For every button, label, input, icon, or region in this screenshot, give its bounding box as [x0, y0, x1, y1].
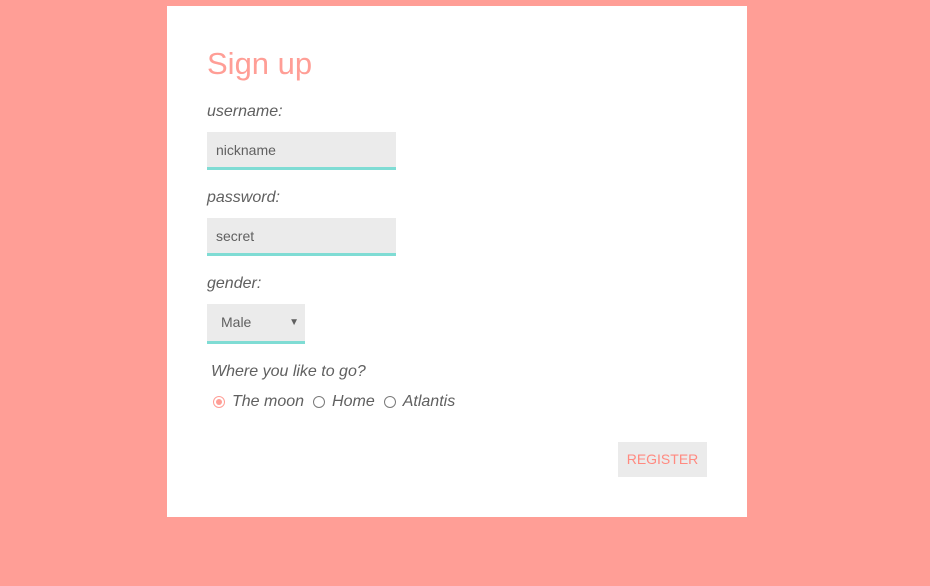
- username-input[interactable]: [207, 132, 396, 170]
- gender-select-value: Male: [221, 314, 252, 330]
- username-label: username:: [207, 103, 283, 120]
- destination-radio-group: The moon Home Atlantis: [213, 392, 464, 412]
- radio-option-the-moon[interactable]: The moon: [213, 392, 304, 412]
- password-input[interactable]: [207, 218, 396, 256]
- radio-option-home[interactable]: Home: [313, 392, 375, 412]
- signup-card: Sign up username: password: gender: Male…: [167, 6, 747, 517]
- gender-label: gender:: [207, 275, 262, 292]
- radio-button-the-moon[interactable]: [213, 396, 225, 408]
- radio-label-atlantis: Atlantis: [402, 393, 456, 410]
- destination-question: Where you like to go?: [211, 363, 366, 380]
- radio-label-home: Home: [332, 393, 375, 410]
- dropdown-arrow-icon: ▼: [289, 317, 299, 328]
- radio-label-the-moon: The moon: [232, 393, 305, 410]
- register-button[interactable]: REGISTER: [618, 442, 707, 477]
- page-title: Sign up: [207, 46, 313, 81]
- radio-button-atlantis[interactable]: [383, 396, 396, 408]
- radio-option-atlantis[interactable]: Atlantis: [383, 392, 456, 412]
- password-label: password:: [207, 189, 280, 206]
- gender-select[interactable]: Male ▼: [207, 304, 305, 344]
- radio-button-home[interactable]: [313, 396, 326, 408]
